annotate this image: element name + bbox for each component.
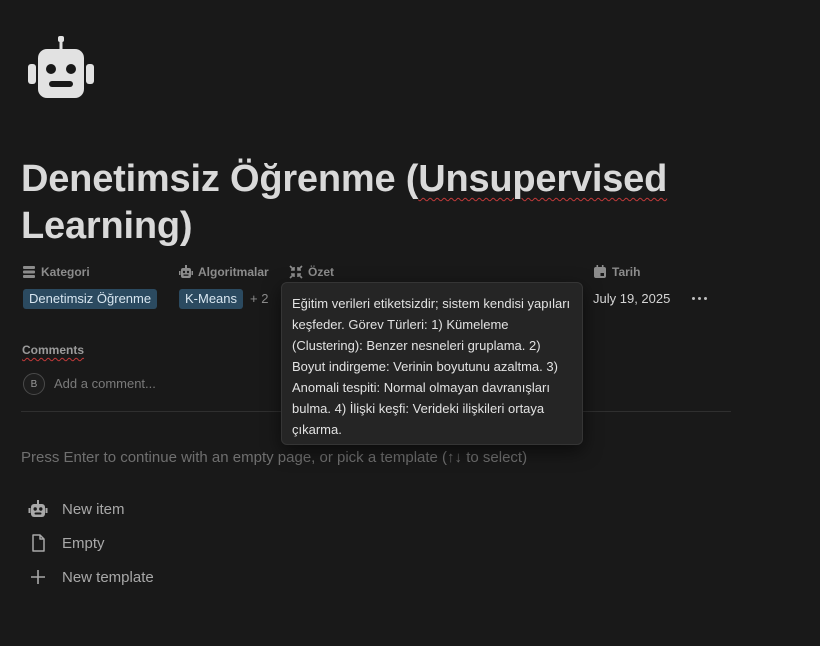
comments-label: Comments: [22, 343, 85, 357]
property-label: Tarih: [612, 265, 641, 279]
list-icon: [23, 266, 35, 278]
plus-icon: [31, 570, 45, 584]
property-ozet[interactable]: Özet: [289, 264, 334, 280]
page-title[interactable]: Denetimsiz Öğrenme (Unsupervised Learning…: [21, 156, 781, 250]
robot-icon: [179, 265, 193, 278]
comment-input[interactable]: Add a comment...: [54, 376, 156, 391]
template-label: Empty: [62, 534, 105, 552]
template-label: New template: [62, 568, 154, 586]
property-algoritmalar[interactable]: Algoritmalar: [179, 264, 269, 280]
more-tags-count[interactable]: + 2: [250, 291, 268, 306]
page-icon: [32, 534, 45, 552]
algoritma-tag[interactable]: K-Means: [179, 289, 244, 309]
more-options-icon[interactable]: [688, 288, 710, 308]
template-label: New item: [62, 500, 125, 518]
property-label: Kategori: [41, 265, 90, 279]
template-hint: Press Enter to continue with an empty pa…: [21, 449, 528, 466]
template-new-template[interactable]: New template: [28, 565, 154, 589]
calendar-icon: [594, 265, 606, 278]
spellcheck-word: Unsupervised: [418, 158, 668, 200]
property-tarih[interactable]: Tarih: [593, 264, 640, 280]
summary-tooltip: Eğitim verileri etiketsizdir; sistem ken…: [281, 282, 583, 445]
template-empty[interactable]: Empty: [28, 531, 105, 555]
kategori-tag[interactable]: Denetimsiz Öğrenme: [23, 289, 158, 309]
template-new-item[interactable]: New item: [28, 497, 125, 521]
collapse-icon: [289, 265, 303, 279]
property-label: Özet: [308, 265, 335, 279]
property-label: Algoritmalar: [198, 265, 269, 279]
robot-icon: [28, 500, 48, 517]
property-kategori[interactable]: Kategori: [22, 264, 90, 280]
tooltip-text: Eğitim verileri etiketsizdir; sistem ken…: [292, 296, 571, 437]
robot-icon[interactable]: [28, 36, 94, 100]
avatar: B: [23, 373, 45, 395]
tarih-value[interactable]: July 19, 2025: [593, 291, 670, 306]
